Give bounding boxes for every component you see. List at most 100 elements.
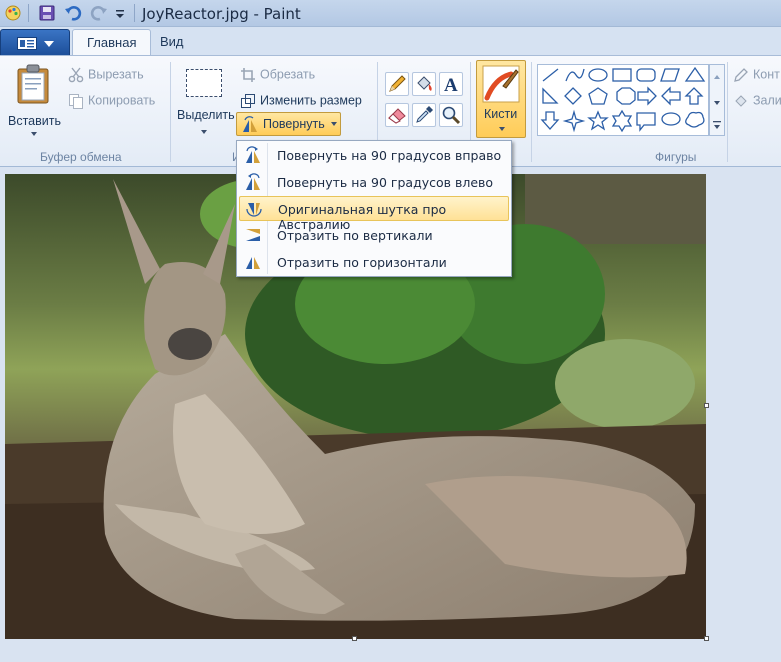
magnifier-tool[interactable] xyxy=(439,103,463,127)
triangle-shape-icon xyxy=(684,66,706,82)
shapes-gallery-grid xyxy=(540,66,706,133)
curve-shape-icon xyxy=(565,68,585,82)
menu-item-rotate-left[interactable]: Повернуть на 90 градусов влево xyxy=(239,170,509,195)
six-point-star-shape-icon xyxy=(611,109,633,133)
menu-item-flip-vertical[interactable]: Отразить по вертикали xyxy=(239,223,509,248)
resize-button[interactable]: Изменить размер xyxy=(240,93,362,109)
menu-item-label: Отразить по вертикали xyxy=(277,228,433,243)
menu-item-rotate-180[interactable]: Оригинальная шутка про Австралию xyxy=(239,196,509,232)
cut-button[interactable]: Вырезать xyxy=(68,67,144,83)
menu-item-rotate-right[interactable]: Повернуть на 90 градусов вправо xyxy=(239,143,509,168)
oval-callout-shape-icon xyxy=(661,112,681,126)
tab-home[interactable]: Главная xyxy=(72,29,152,56)
group-separator xyxy=(170,62,171,162)
text-tool[interactable]: A xyxy=(439,72,463,96)
group-separator xyxy=(727,62,728,162)
chevron-down-icon xyxy=(201,130,207,134)
brush-icon xyxy=(482,65,520,103)
outline-button[interactable]: Конт xyxy=(733,67,780,83)
group-separator xyxy=(531,62,532,162)
crop-icon xyxy=(241,68,255,82)
divider xyxy=(28,4,29,22)
arrow-up-shape-icon xyxy=(684,87,704,105)
hexagon-shape-icon xyxy=(616,87,636,105)
crop-label: Обрезать xyxy=(260,67,316,82)
polygon-shape-icon xyxy=(660,68,680,82)
copy-label: Копировать xyxy=(88,93,156,108)
customize-qat-icon[interactable] xyxy=(114,4,126,22)
scissors-icon xyxy=(68,67,84,83)
diamond-shape-icon xyxy=(564,87,582,105)
arrow-left-shape-icon xyxy=(661,86,681,106)
pencil-tool[interactable] xyxy=(385,72,409,96)
crop-button[interactable]: Обрезать xyxy=(240,67,315,83)
shapes-group-label: Фигуры xyxy=(655,150,697,164)
pentagon-shape-icon xyxy=(588,87,608,105)
svg-text:A: A xyxy=(444,75,458,95)
menu-item-flip-horizontal[interactable]: Отразить по горизонтали xyxy=(239,250,509,275)
menu-document-icon xyxy=(17,37,37,50)
resize-handle-corner[interactable] xyxy=(704,636,709,641)
tab-view[interactable]: Вид xyxy=(146,29,198,56)
flip-vertical-icon xyxy=(246,229,260,241)
resize-icon xyxy=(241,94,255,108)
eraser-icon xyxy=(388,108,406,124)
arrow-right-shape-icon xyxy=(637,86,657,106)
paste-button[interactable]: Вставить xyxy=(4,60,64,140)
rotate-label: Повернуть xyxy=(263,117,325,131)
paint-bucket-icon xyxy=(417,76,432,91)
fill-button[interactable]: Зали xyxy=(733,93,781,109)
window-title: JoyReactor.jpg - Paint xyxy=(142,5,301,23)
select-label: Выделить xyxy=(177,108,235,122)
shapes-gallery[interactable] xyxy=(537,64,709,136)
five-point-star-shape-icon xyxy=(587,110,609,131)
save-icon[interactable] xyxy=(38,4,56,22)
rotate-menu: Повернуть на 90 градусов вправо Повернут… xyxy=(236,140,512,277)
rotate-left-icon xyxy=(246,173,260,190)
undo-icon[interactable] xyxy=(64,4,82,22)
brushes-label: Кисти xyxy=(484,107,518,121)
right-triangle-shape-icon xyxy=(542,87,559,104)
chevron-down-icon xyxy=(331,122,337,126)
fill-tool[interactable] xyxy=(412,72,436,96)
resize-handle-right[interactable] xyxy=(704,403,709,408)
copy-icon xyxy=(69,94,83,109)
line-shape-icon xyxy=(542,68,559,82)
selection-rectangle-icon xyxy=(186,69,222,97)
menu-item-label: Повернуть на 90 градусов влево xyxy=(277,175,494,190)
rectangle-shape-icon xyxy=(612,68,632,82)
outline-label: Конт xyxy=(753,67,780,82)
magnifier-icon xyxy=(442,106,461,125)
resize-label: Изменить размер xyxy=(260,93,362,108)
ribbon-tab-row: Главная Вид xyxy=(0,27,781,56)
paint-app-icon[interactable] xyxy=(4,4,22,22)
eraser-tool[interactable] xyxy=(385,103,409,127)
file-menu-button[interactable] xyxy=(0,29,70,56)
copy-button[interactable]: Копировать xyxy=(68,93,155,109)
flip-horizontal-icon xyxy=(246,257,260,269)
chevron-down-icon xyxy=(499,127,505,131)
rotate-180-icon xyxy=(246,203,262,217)
arrow-down-shape-icon xyxy=(540,111,560,130)
paste-icon xyxy=(17,64,49,104)
shapes-scroll-arrows xyxy=(713,75,721,129)
select-button[interactable]: Выделить xyxy=(174,60,235,140)
brushes-button[interactable]: Кисти xyxy=(476,60,526,138)
divider xyxy=(134,4,135,22)
rectangular-callout-shape-icon xyxy=(636,112,656,132)
rotate-button[interactable]: Повернуть xyxy=(236,112,341,136)
shapes-scrollbar[interactable] xyxy=(709,64,725,136)
chevron-down-icon xyxy=(31,132,37,136)
chevron-down-icon xyxy=(44,41,54,47)
cut-label: Вырезать xyxy=(88,67,144,82)
cloud-callout-shape-icon xyxy=(685,111,705,128)
menu-item-label: Отразить по горизонтали xyxy=(277,255,447,270)
color-picker-tool[interactable] xyxy=(412,103,436,127)
fill-bucket-icon xyxy=(735,95,747,107)
redo-icon[interactable] xyxy=(90,4,108,22)
paste-label: Вставить xyxy=(8,114,61,128)
outline-pencil-icon xyxy=(734,68,748,82)
clipboard-group-label: Буфер обмена xyxy=(40,150,122,164)
resize-handle-bottom[interactable] xyxy=(352,636,357,641)
eyedropper-icon xyxy=(416,106,433,123)
